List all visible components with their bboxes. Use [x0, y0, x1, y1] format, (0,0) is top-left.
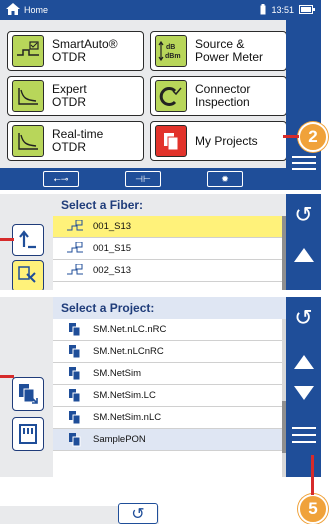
gear-icon: ✹ — [221, 173, 229, 184]
svg-text:dB: dB — [166, 44, 175, 51]
document-icon — [67, 366, 83, 381]
fiber-list-header: Select a Fiber: — [53, 194, 286, 216]
home-icon — [6, 3, 20, 17]
usb-icon: ⭠⊸ — [53, 173, 69, 184]
menu-icon — [291, 427, 316, 443]
tile-label-line2: Inspection — [195, 95, 250, 109]
back-icon[interactable]: ↺ — [294, 307, 312, 329]
project-name: SM.NetSim.nLC — [93, 412, 162, 423]
connector-inspection-tile[interactable]: Connector Inspection — [150, 76, 287, 116]
document-icon — [67, 388, 83, 403]
scroll-up-button[interactable] — [293, 248, 314, 267]
triangle-down-icon — [293, 386, 314, 400]
red-arrow — [0, 238, 14, 241]
top-bar: Home 13:51 — [0, 0, 321, 20]
source-power-meter-tile[interactable]: dB dBm Source & Power Meter — [150, 31, 287, 71]
fiber-button[interactable]: ⊣⊢ — [125, 171, 161, 187]
battery-status-icon — [260, 3, 266, 17]
connector-inspection-icon — [155, 80, 187, 112]
red-arrow — [311, 455, 314, 495]
menu-button[interactable] — [291, 427, 316, 448]
fiber-icon — [67, 219, 83, 234]
svg-text:dBm: dBm — [165, 53, 181, 60]
project-name: SamplePON — [93, 434, 146, 445]
home-title: Home — [24, 5, 49, 15]
triangle-up-icon — [293, 355, 314, 369]
realtime-trace-icon — [12, 125, 44, 157]
smartauto-icon — [12, 35, 44, 67]
up-level-icon — [19, 230, 36, 249]
list-item[interactable]: SamplePON — [53, 429, 282, 451]
fiber-name: 002_S13 — [93, 265, 132, 276]
triangle-up-icon — [293, 248, 314, 262]
otdr-trace-icon — [12, 80, 44, 112]
clock: 13:51 — [271, 5, 294, 15]
red-arrow — [283, 135, 299, 138]
scroll-down-button[interactable] — [293, 386, 314, 405]
red-arrow — [0, 375, 14, 378]
back-icon[interactable]: ↺ — [294, 204, 312, 226]
tile-label-line2: OTDR — [52, 50, 86, 64]
tile-label-line2: Power Meter — [195, 50, 264, 64]
project-name: SM.NetSim.LC — [93, 390, 156, 401]
list-item[interactable]: 001_S15 — [53, 238, 282, 260]
settings-button[interactable]: ✹ — [207, 171, 243, 187]
fiber-icon — [67, 241, 83, 256]
fiber-icon — [67, 263, 83, 278]
home-screen: Home 13:51 SmartAuto® OTDR dB dBm Source &… — [0, 0, 321, 190]
memory-card-icon — [19, 424, 37, 444]
select-icon — [18, 266, 36, 283]
fiber-name: 001_S15 — [93, 243, 132, 254]
my-projects-tile[interactable]: My Projects — [150, 121, 287, 161]
project-right-panel: ↺ — [286, 297, 321, 477]
list-item[interactable]: SM.Net.nLCnRC — [53, 341, 282, 363]
back-button[interactable]: ↺ — [118, 503, 158, 524]
smartauto-otdr-tile[interactable]: SmartAuto® OTDR — [7, 31, 144, 71]
callout-5: 5 — [298, 494, 328, 524]
fiber-list: 001_S13 001_S15 002_S13 — [53, 216, 292, 290]
usb-button[interactable]: ⭠⊸ — [43, 171, 79, 187]
fiber-icon: ⊣⊢ — [135, 173, 151, 184]
home-right-panel — [286, 20, 321, 190]
project-name: SM.Net.nLC.nRC — [93, 324, 167, 335]
project-list-header: Select a Project: — [53, 297, 292, 319]
list-item[interactable]: 002_S13 — [53, 260, 282, 282]
tile-label-line2: OTDR — [52, 140, 86, 154]
scroll-up-button[interactable] — [293, 355, 314, 374]
select-fiber-button[interactable] — [12, 260, 44, 290]
expert-otdr-tile[interactable]: Expert OTDR — [7, 76, 144, 116]
projects-icon — [155, 125, 187, 157]
storage-button[interactable] — [12, 417, 44, 451]
document-icon — [67, 322, 83, 337]
document-icon — [67, 344, 83, 359]
list-item[interactable]: SM.NetSim.nLC — [53, 407, 282, 429]
up-level-button[interactable] — [12, 224, 44, 256]
home-bottom-bar: ⭠⊸ ⊣⊢ ✹ — [0, 168, 286, 190]
open-project-icon — [19, 384, 38, 404]
project-list: SM.Net.nLC.nRC SM.Net.nLCnRC SM.NetSim S… — [53, 319, 292, 477]
document-icon — [67, 410, 83, 425]
project-name: SM.NetSim — [93, 368, 142, 379]
tile-label-line2: OTDR — [52, 95, 86, 109]
list-item[interactable]: SM.NetSim — [53, 363, 282, 385]
power-meter-icon: dB dBm — [155, 35, 187, 67]
fiber-screen: Select a Fiber: 001_S13 001_S15 002_S13 … — [0, 194, 321, 290]
back-icon: ↺ — [131, 505, 145, 523]
fiber-right-panel: ↺ — [286, 194, 321, 290]
home-tab[interactable]: Home — [6, 3, 48, 17]
battery-icon — [299, 4, 315, 16]
fiber-name: 001_S13 — [93, 221, 132, 232]
tile-label-line1: My Projects — [195, 133, 258, 148]
list-item[interactable]: 001_S13 — [53, 216, 282, 238]
open-project-button[interactable] — [12, 377, 44, 411]
callout-2: 2 — [298, 122, 328, 152]
document-icon — [67, 432, 83, 447]
project-name: SM.Net.nLCnRC — [93, 346, 164, 357]
list-item[interactable]: SM.NetSim.LC — [53, 385, 282, 407]
project-screen: Select a Project: SM.Net.nLC.nRC SM.Net.… — [0, 297, 321, 477]
realtime-otdr-tile[interactable]: Real-time OTDR — [7, 121, 144, 161]
list-item[interactable]: SM.Net.nLC.nRC — [53, 319, 282, 341]
